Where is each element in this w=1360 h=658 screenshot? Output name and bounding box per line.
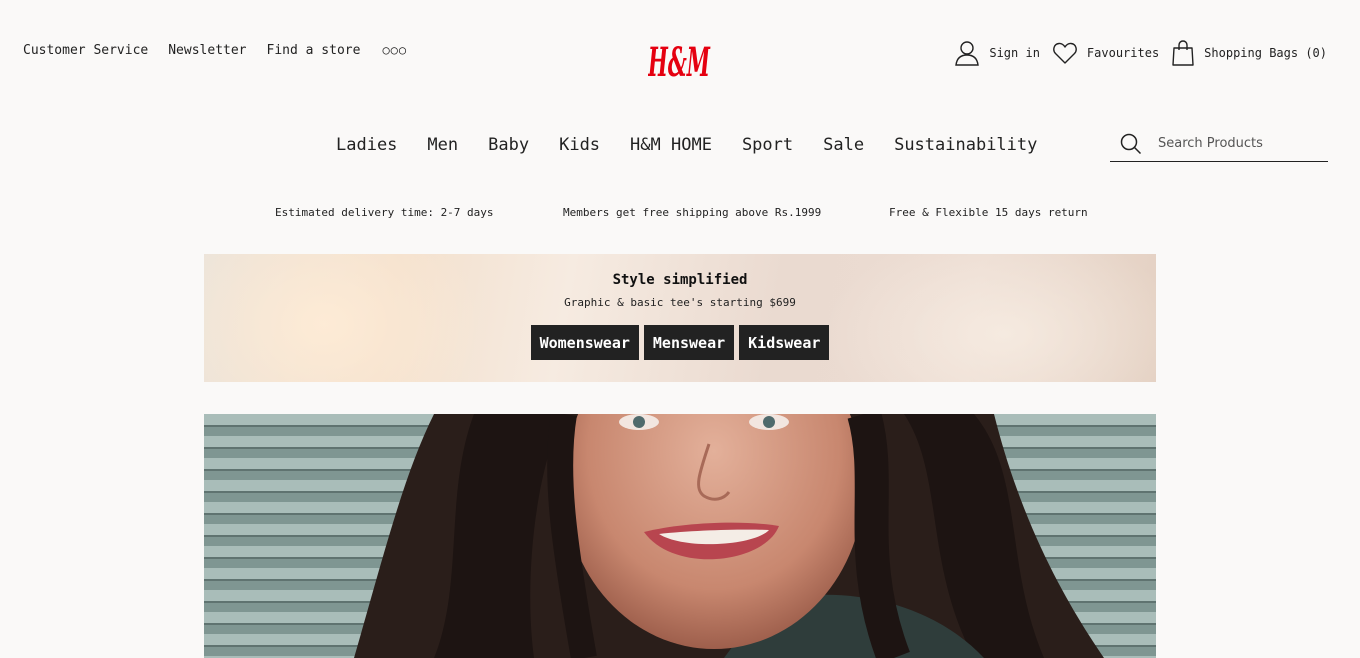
user-icon: [955, 41, 980, 66]
search-bar: [1110, 126, 1328, 162]
favourites-button[interactable]: Favourites: [1053, 42, 1159, 64]
customer-service-link[interactable]: Customer Service: [23, 43, 148, 58]
hero-image[interactable]: [204, 414, 1156, 658]
sign-in-button[interactable]: Sign in: [955, 40, 1040, 66]
more-options-icon[interactable]: ○○○: [382, 43, 407, 58]
main-navigation: Ladies Men Baby Kids H&M HOME Sport Sale…: [336, 135, 1037, 155]
promo-title: Style simplified: [612, 272, 748, 288]
heart-icon: [1053, 42, 1077, 64]
search-icon[interactable]: [1120, 133, 1142, 155]
hm-logo-icon: H&M: [647, 39, 711, 86]
newsletter-link[interactable]: Newsletter: [168, 43, 246, 58]
search-input[interactable]: [1158, 136, 1318, 151]
nav-item-baby[interactable]: Baby: [488, 135, 529, 155]
promo-buttons: Womenswear Menswear Kidswear: [204, 325, 1156, 360]
hm-logo[interactable]: H&M: [647, 38, 712, 86]
nav-item-ladies[interactable]: Ladies: [336, 135, 397, 155]
menswear-button[interactable]: Menswear: [643, 325, 735, 360]
promo-banner: Style simplified Graphic & basic tee's s…: [204, 254, 1156, 382]
womenswear-button[interactable]: Womenswear: [530, 325, 639, 360]
delivery-time-info: Estimated delivery time: 2-7 days: [275, 206, 494, 219]
nav-item-hm-home[interactable]: H&M HOME: [630, 135, 712, 155]
nav-item-men[interactable]: Men: [427, 135, 458, 155]
hero-photo: [204, 414, 1156, 658]
logo-text: H&M: [648, 39, 711, 84]
free-shipping-info: Members get free shipping above Rs.1999: [563, 206, 822, 219]
nav-item-sale[interactable]: Sale: [823, 135, 864, 155]
sign-in-label: Sign in: [989, 46, 1040, 60]
kidswear-button[interactable]: Kidswear: [739, 325, 830, 360]
shopping-bag-label: Shopping Bags (0): [1204, 46, 1327, 60]
shopping-bag-button[interactable]: Shopping Bags (0): [1172, 40, 1327, 66]
nav-item-kids[interactable]: Kids: [559, 135, 600, 155]
promo-subtitle: Graphic & basic tee's starting $699: [564, 296, 796, 309]
find-a-store-link[interactable]: Find a store: [267, 43, 361, 58]
returns-info: Free & Flexible 15 days return: [889, 206, 1088, 219]
nav-item-sustainability[interactable]: Sustainability: [894, 135, 1037, 155]
shopping-bag-icon: [1172, 40, 1194, 66]
account-bar: Sign in Favourites Shopping Bags (0): [955, 40, 1327, 66]
nav-item-sport[interactable]: Sport: [742, 135, 793, 155]
utility-links: Customer Service Newsletter Find a store…: [23, 43, 407, 58]
favourites-label: Favourites: [1086, 46, 1160, 60]
